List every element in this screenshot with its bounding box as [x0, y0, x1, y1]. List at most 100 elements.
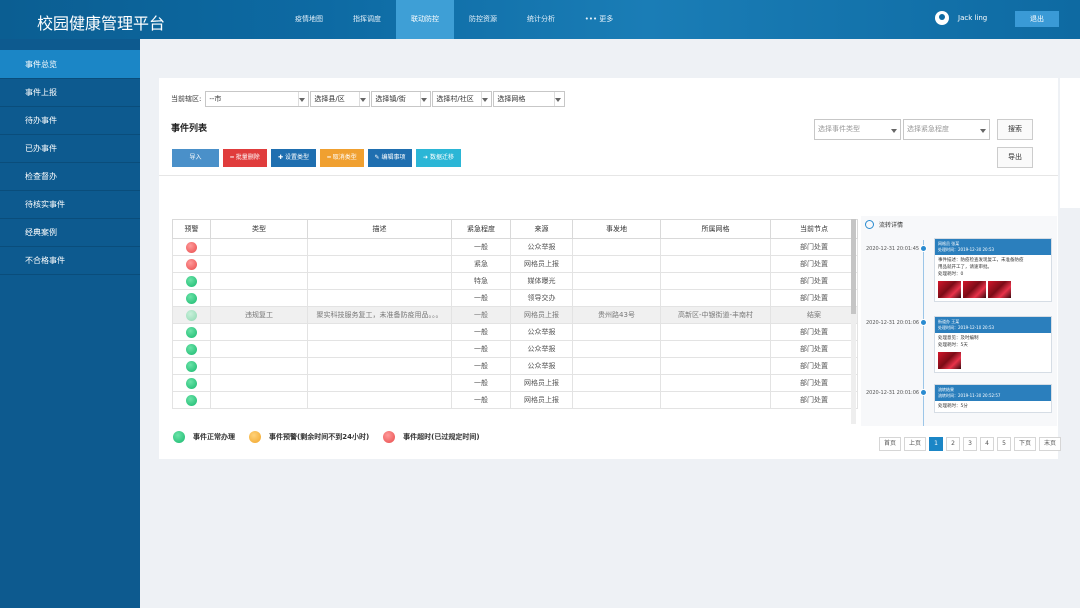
export-button[interactable]: 导出: [997, 147, 1033, 168]
page-button[interactable]: 3: [963, 437, 977, 451]
nav-item-0[interactable]: 疫情地图: [280, 0, 338, 39]
timeline-card[interactable]: 流转结果 流转时间：2019-11-30 20:52:57 处理耗时：5分: [934, 384, 1052, 413]
table-row[interactable]: 一般 公众举报 部门处置: [172, 323, 858, 341]
legend-item: 事件正常办理: [173, 431, 235, 443]
action-button-3[interactable]: ━ 取消类型: [320, 149, 364, 167]
action-toolbar: 导入 ━ 批量删除 ✚ 设置类型 ━ 取消类型 ✎ 编辑事项 ➜ 数据迁移: [172, 149, 465, 167]
nav-item-2[interactable]: 联动防控: [396, 0, 454, 39]
page-button[interactable]: 末页: [1039, 437, 1061, 451]
side-strip: [1060, 78, 1080, 208]
column-header[interactable]: 预警: [172, 219, 211, 239]
status-legend: 事件正常办理 事件预警(剩余时间不到24小时) 事件超时(已过规定时间): [173, 431, 494, 443]
page-button[interactable]: 1: [929, 437, 943, 451]
photo-thumbnail[interactable]: [938, 281, 961, 298]
table-row[interactable]: 特急 媒体曝光 部门处置: [172, 272, 858, 290]
table-row[interactable]: 一般 网格员上报 部门处置: [172, 374, 858, 392]
cell-grid: [660, 238, 771, 256]
sidebar-item-5[interactable]: 待核实事件: [0, 191, 140, 219]
timeline-time: 2020-12-31 20:01:06: [866, 320, 920, 326]
action-button-2[interactable]: ✚ 设置类型: [271, 149, 316, 167]
status-cell: [172, 374, 211, 392]
village-select[interactable]: 选择村/社区: [432, 91, 493, 107]
nav-item-4[interactable]: 统计分析: [512, 0, 570, 39]
page-button[interactable]: 2: [946, 437, 960, 451]
timeline-card[interactable]: 网格员 张某 处理时间：2019-12-30 20:53 事件描述：防疫检查发现复工…: [934, 238, 1052, 302]
cell-node: 部门处置: [770, 272, 858, 290]
cell-place: [572, 340, 661, 358]
status-cell: [172, 272, 211, 290]
page-button[interactable]: 下页: [1014, 437, 1036, 451]
cell-node: 结案: [770, 306, 858, 324]
nav-item-3[interactable]: 防控资源: [454, 0, 512, 39]
sidebar-item-1[interactable]: 事件上报: [0, 79, 140, 107]
photo-thumbnail[interactable]: [938, 352, 961, 369]
table-row[interactable]: 一般 领导交办 部门处置: [172, 289, 858, 307]
page-button[interactable]: 4: [980, 437, 994, 451]
main-panel: 当前辖区: --市 选择县/区 选择镇/街 选择村/社区 选择网格 事件列表 选…: [159, 78, 1061, 459]
legend-item: 事件预警(剩余时间不到24小时): [249, 431, 369, 443]
sidebar-item-2[interactable]: 待办事件: [0, 107, 140, 135]
cell-urgency: 紧急: [451, 255, 511, 273]
chevron-down-icon: [421, 98, 428, 102]
cell-type: [210, 272, 308, 290]
cell-type: [210, 357, 308, 375]
cell-type: [210, 238, 308, 256]
table-row[interactable]: 一般 公众举报 部门处置: [172, 340, 858, 358]
table-row[interactable]: 一般 公众举报 部门处置: [172, 357, 858, 375]
logout-button[interactable]: 退出: [1015, 11, 1059, 27]
sidebar-item-6[interactable]: 经典案例: [0, 219, 140, 247]
column-header[interactable]: 描述: [307, 219, 452, 239]
column-header[interactable]: 紧急程度: [451, 219, 511, 239]
photo-thumbnail[interactable]: [963, 281, 986, 298]
nav-item-1[interactable]: 指挥调度: [338, 0, 396, 39]
search-button[interactable]: 搜索: [997, 119, 1033, 140]
timeline-card[interactable]: 街道办 王某 处理时间：2019-12-10 20:53 处理意见：及时编制 处理耗时…: [934, 316, 1052, 373]
action-button-1[interactable]: ━ 批量删除: [223, 149, 267, 167]
cell-type: [210, 374, 308, 392]
scrollbar-thumb[interactable]: [851, 219, 856, 314]
card-header-sub: 处理时间：2019-12-10 20:53: [938, 325, 995, 330]
chevron-down-icon: [482, 98, 489, 102]
action-button-0[interactable]: 导入: [172, 149, 219, 167]
column-header[interactable]: 来源: [510, 219, 573, 239]
timeline-node: [920, 319, 927, 326]
urgency-select[interactable]: 选择紧急程度: [903, 119, 990, 140]
card-line: 用品就开工了，请速审批。: [938, 265, 992, 270]
column-header[interactable]: 类型: [210, 219, 308, 239]
sidebar-item-4[interactable]: 检查督办: [0, 163, 140, 191]
table-row[interactable]: 一般 网格员上报 部门处置: [172, 391, 858, 409]
status-dot-icon: [186, 394, 197, 406]
app-title: 校园健康管理平台: [37, 14, 166, 33]
sidebar-item-3[interactable]: 已办事件: [0, 135, 140, 163]
town-select[interactable]: 选择镇/街: [371, 91, 432, 107]
column-header[interactable]: 事发地: [572, 219, 661, 239]
event-type-select[interactable]: 选择事件类型: [814, 119, 901, 140]
timeline-title: 流转详情: [879, 222, 904, 229]
table-row[interactable]: 违规复工 聚实科技服务复工，未准备防疫用品。。。 一般 网格员上报 贵州路43号 高新区-…: [172, 306, 858, 324]
photo-strip: [935, 351, 1051, 372]
county-select[interactable]: 选择县/区: [310, 91, 371, 107]
photo-thumbnail[interactable]: [988, 281, 1011, 298]
cell-node: 部门处置: [770, 357, 858, 375]
chevron-down-icon: [360, 98, 367, 102]
column-header[interactable]: 所属网格: [660, 219, 771, 239]
city-select[interactable]: --市: [205, 91, 310, 107]
cell-node: 部门处置: [770, 323, 858, 341]
cell-grid: [660, 340, 771, 358]
page-button[interactable]: 5: [997, 437, 1011, 451]
column-header[interactable]: 当前节点: [770, 219, 858, 239]
table-row[interactable]: 一般 公众举报 部门处置: [172, 238, 858, 256]
table-row[interactable]: 紧急 网格员上报 部门处置: [172, 255, 858, 273]
action-button-4[interactable]: ✎ 编辑事项: [368, 149, 412, 167]
sidebar-item-0[interactable]: 事件总览: [0, 50, 140, 79]
user-info[interactable]: Jack ling: [935, 11, 987, 25]
card-header-sub: 流转时间：2019-11-30 20:52:57: [938, 393, 1001, 398]
action-button-5[interactable]: ➜ 数据迁移: [416, 149, 461, 167]
page-button[interactable]: 上页: [904, 437, 926, 451]
nav-item-5[interactable]: ••• 更多: [570, 0, 628, 39]
grid-select[interactable]: 选择网格: [493, 91, 566, 107]
page-button[interactable]: 首页: [879, 437, 901, 451]
status-dot-icon: [186, 258, 197, 270]
sidebar-item-7[interactable]: 不合格事件: [0, 247, 140, 275]
table-scrollbar[interactable]: [851, 219, 856, 424]
